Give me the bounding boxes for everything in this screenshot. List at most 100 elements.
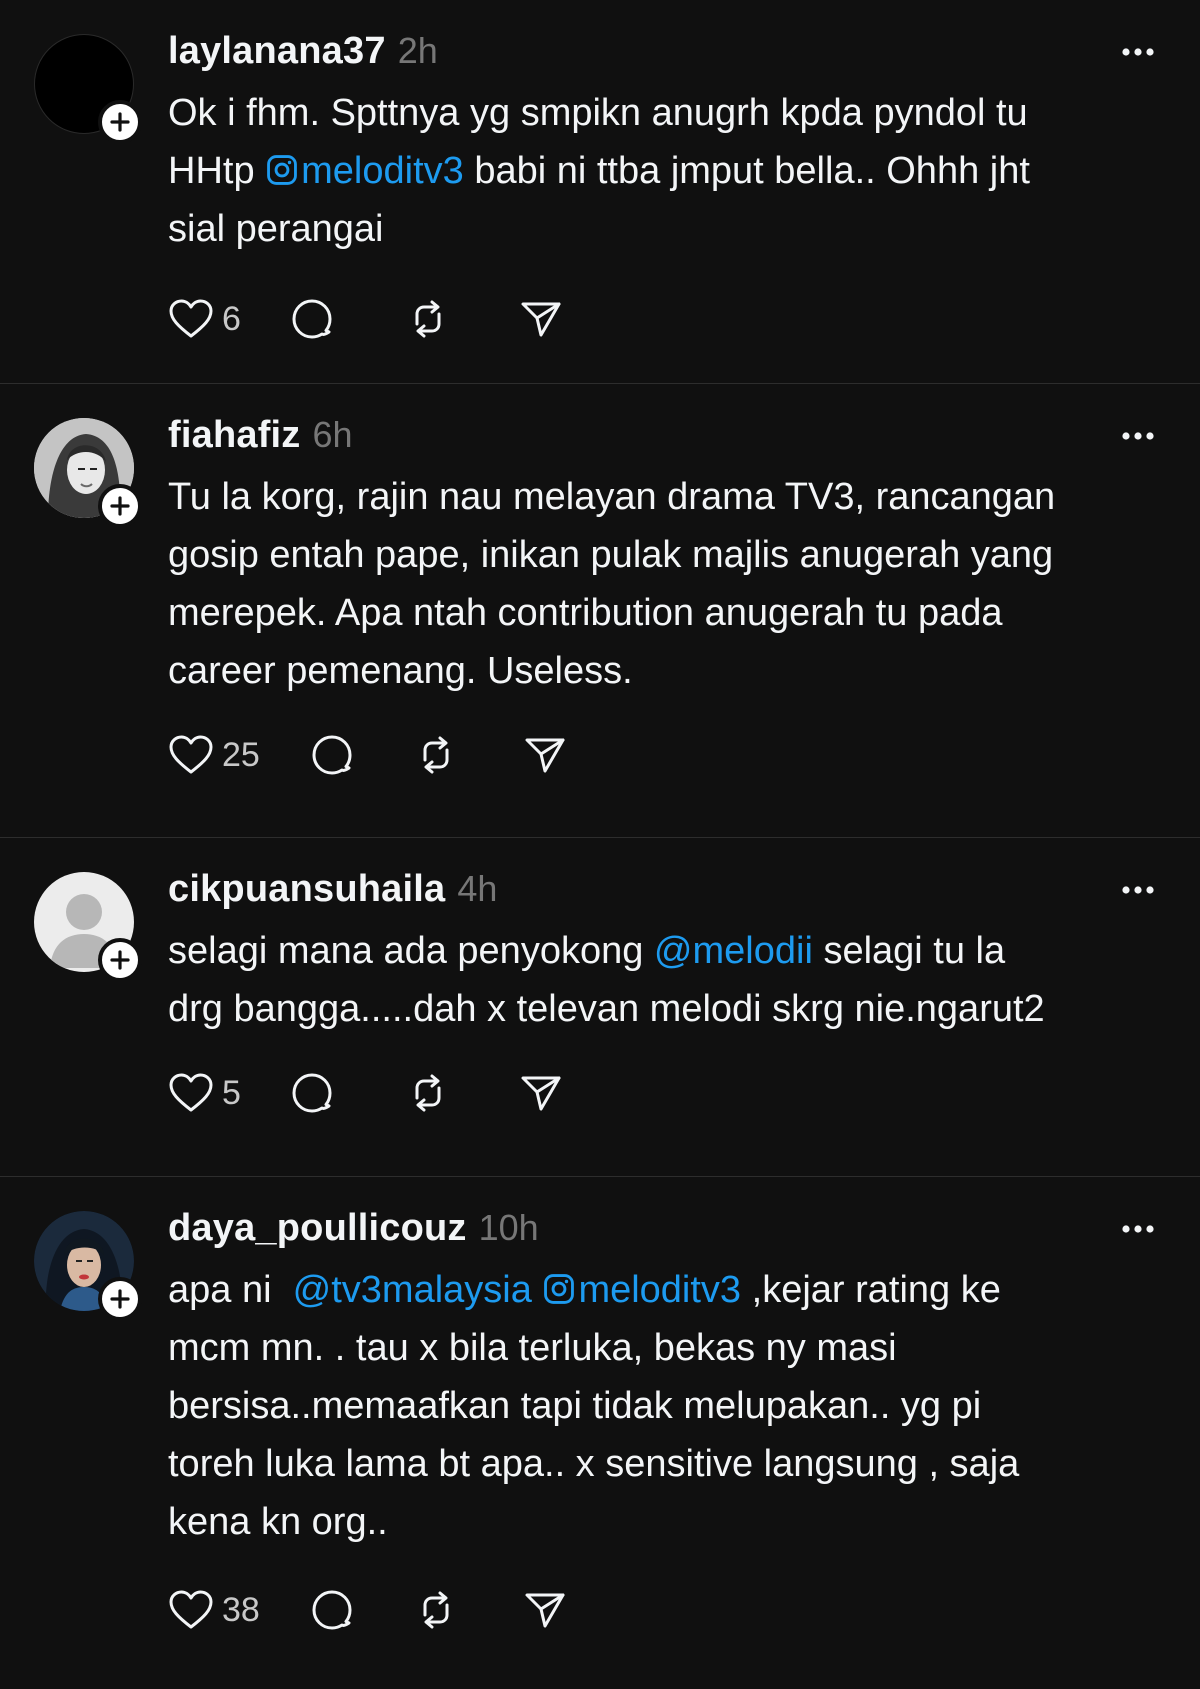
repost-button[interactable]: [415, 734, 457, 776]
instagram-icon: [267, 155, 298, 185]
like-count: 6: [222, 299, 241, 338]
text-line: bersisa..memaafkan tapi tidak melupakan.…: [168, 1385, 982, 1427]
more-options-icon[interactable]: [1116, 416, 1160, 456]
text-line: toreh luka lama bt apa.. x sensitive lan…: [168, 1443, 1020, 1485]
post-text: apa ni @tv3malaysia meloditv3 ,kejar rat…: [168, 1261, 1160, 1551]
like-count: 25: [222, 735, 260, 774]
post: cikpuansuhaila 4h selagi mana ada penyok…: [0, 838, 1200, 1177]
avatar[interactable]: [34, 1211, 142, 1321]
reply-button[interactable]: [289, 1070, 335, 1116]
username[interactable]: laylanana37: [168, 30, 386, 73]
share-button[interactable]: [519, 298, 563, 340]
follow-plus-button[interactable]: [98, 938, 142, 982]
post-actions: 38: [168, 1585, 567, 1635]
mention-link[interactable]: @melodii: [654, 930, 813, 972]
post-actions: 25: [168, 730, 567, 780]
heart-icon: [169, 1073, 213, 1112]
post-text: selagi mana ada penyokong @melodii selag…: [168, 922, 1160, 1038]
repost-icon: [423, 736, 449, 774]
text-segment: babi ni ttba jmput bella.. Ohhh jht: [463, 150, 1030, 192]
text-line: Tu la korg, rajin nau melayan drama TV3,…: [168, 476, 1056, 518]
send-icon: [521, 1076, 561, 1111]
text-line: kena kn org..: [168, 1501, 388, 1543]
text-line: mcm mn. . tau x bila terluka, bekas ny m…: [168, 1327, 897, 1369]
heart-icon: [169, 1590, 213, 1629]
reply-button[interactable]: [309, 1587, 355, 1633]
text-segment: selagi tu la: [812, 930, 1006, 972]
comment-icon: [312, 1590, 352, 1630]
repost-button[interactable]: [415, 1589, 457, 1631]
text-line: sial perangai: [168, 208, 384, 250]
plus-icon: [110, 1289, 130, 1309]
timestamp: 4h: [457, 868, 498, 909]
mention-link[interactable]: @tv3malaysia: [293, 1269, 532, 1311]
text-line: drg bangga.....dah x televan melodi skrg…: [168, 988, 1045, 1030]
timestamp: 10h: [478, 1207, 539, 1248]
plus-icon: [110, 950, 130, 970]
text-segment: ,kejar rating ke: [741, 1269, 1001, 1311]
feed: laylanana37 2h Ok i fhm. Spttnya yg smpi…: [0, 0, 1200, 1687]
post-content: laylanana37 2h Ok i fhm. Spttnya yg smpi…: [168, 30, 1160, 258]
text-line: merepek. Apa ntah contribution anugerah …: [168, 592, 1003, 634]
avatar[interactable]: [34, 34, 142, 144]
follow-plus-button[interactable]: [98, 484, 142, 528]
reply-button[interactable]: [309, 732, 355, 778]
username[interactable]: fiahafiz: [168, 414, 301, 457]
more-options-icon[interactable]: [1116, 870, 1160, 910]
post-header: daya_poullicouz 10h: [168, 1207, 1160, 1255]
text-segment: HHtp: [168, 150, 266, 192]
comment-icon: [292, 1073, 332, 1113]
like-button[interactable]: 38: [168, 1589, 276, 1631]
send-icon: [525, 738, 565, 773]
post-content: fiahafiz 6h Tu la korg, rajin nau melaya…: [168, 414, 1160, 700]
text-line: Ok i fhm. Spttnya yg smpikn anugrh kpda …: [168, 92, 1028, 134]
repost-icon: [415, 300, 441, 338]
username[interactable]: cikpuansuhaila: [168, 868, 445, 911]
heart-icon: [169, 299, 213, 338]
follow-plus-button[interactable]: [98, 100, 142, 144]
comment-icon: [292, 299, 332, 339]
instagram-mention-link[interactable]: meloditv3: [265, 150, 464, 192]
heart-icon: [169, 735, 213, 774]
timestamp: 6h: [312, 414, 353, 455]
post-text: Ok i fhm. Spttnya yg smpikn anugrh kpda …: [168, 84, 1160, 258]
username[interactable]: daya_poullicouz: [168, 1207, 467, 1250]
repost-button[interactable]: [407, 298, 449, 340]
post-content: daya_poullicouz 10h apa ni @tv3malaysia …: [168, 1207, 1160, 1551]
more-options-icon[interactable]: [1116, 1209, 1160, 1249]
post-header: fiahafiz 6h: [168, 414, 1160, 462]
like-button[interactable]: 5: [168, 1072, 254, 1114]
share-button[interactable]: [523, 734, 567, 776]
post-text: Tu la korg, rajin nau melayan drama TV3,…: [168, 468, 1160, 700]
instagram-mention-link[interactable]: meloditv3: [542, 1269, 741, 1311]
post: fiahafiz 6h Tu la korg, rajin nau melaya…: [0, 384, 1200, 838]
avatar[interactable]: [34, 418, 142, 528]
text-segment: apa ni: [168, 1269, 293, 1311]
send-icon: [521, 302, 561, 337]
post-content: cikpuansuhaila 4h selagi mana ada penyok…: [168, 868, 1160, 1038]
text-line: gosip entah pape, inikan pulak majlis an…: [168, 534, 1054, 576]
comment-icon: [312, 735, 352, 775]
post-header: cikpuansuhaila 4h: [168, 868, 1160, 916]
send-icon: [525, 1593, 565, 1628]
instagram-icon: [544, 1274, 575, 1304]
timestamp: 2h: [397, 30, 438, 71]
text-line: career pemenang. Useless.: [168, 650, 633, 692]
avatar[interactable]: [34, 872, 142, 982]
reply-button[interactable]: [289, 296, 335, 342]
share-button[interactable]: [523, 1589, 567, 1631]
repost-button[interactable]: [407, 1072, 449, 1114]
post-actions: 6: [168, 294, 563, 344]
share-button[interactable]: [519, 1072, 563, 1114]
like-button[interactable]: 25: [168, 734, 276, 776]
post: daya_poullicouz 10h apa ni @tv3malaysia …: [0, 1177, 1200, 1687]
more-options-icon[interactable]: [1116, 32, 1160, 72]
repost-icon: [423, 1591, 449, 1629]
like-count: 38: [222, 1590, 260, 1629]
text-segment: selagi mana ada penyokong: [168, 930, 654, 972]
post: laylanana37 2h Ok i fhm. Spttnya yg smpi…: [0, 0, 1200, 384]
follow-plus-button[interactable]: [98, 1277, 142, 1321]
like-button[interactable]: 6: [168, 298, 254, 340]
plus-icon: [110, 496, 130, 516]
post-header: laylanana37 2h: [168, 30, 1160, 78]
